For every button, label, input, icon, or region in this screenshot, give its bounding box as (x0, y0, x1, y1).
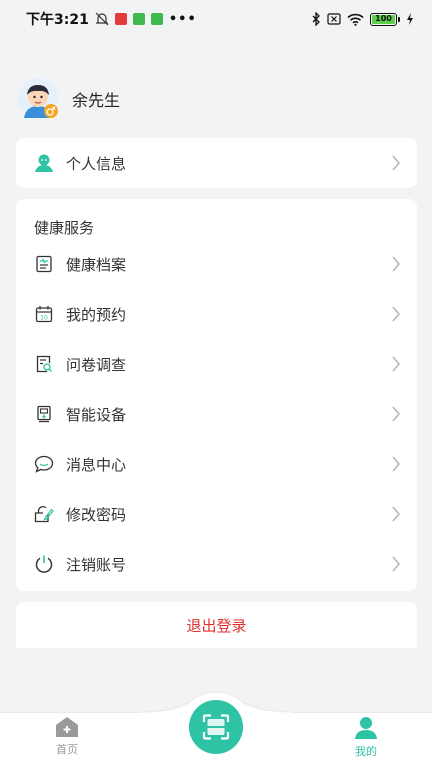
scan-icon (202, 714, 230, 740)
chevron-right-icon (392, 456, 400, 472)
home-icon (56, 717, 78, 737)
menu-item-label: 修改密码 (66, 505, 127, 524)
menu-item-label: 问卷调查 (66, 355, 127, 374)
menu-item-appointment[interactable]: 10 我的预约 (16, 289, 417, 339)
profile-header[interactable]: 余先生 (18, 78, 120, 120)
chevron-right-icon (392, 506, 400, 522)
chevron-right-icon (392, 256, 400, 272)
message-icon (34, 454, 54, 474)
menu-item-smart-device[interactable]: 智能设备 (16, 389, 417, 439)
person-icon (34, 153, 54, 173)
wifi-icon (347, 13, 364, 26)
chevron-right-icon (392, 306, 400, 322)
mute-bell-icon (95, 12, 109, 26)
menu-item-health-record[interactable]: 健康档案 (16, 239, 417, 289)
nav-mine[interactable]: 我的 (336, 716, 396, 759)
menu-item-label: 消息中心 (66, 455, 127, 474)
charging-icon (407, 13, 413, 25)
svg-text:10: 10 (40, 315, 48, 322)
battery-icon: 100 (370, 12, 400, 26)
profile-name: 余先生 (72, 91, 121, 110)
calendar-icon: 10 (34, 304, 54, 324)
chevron-right-icon (392, 155, 400, 171)
questionnaire-icon (34, 354, 54, 374)
app-notification-icon (114, 13, 127, 25)
battery-level: 100 (372, 14, 395, 24)
menu-item-questionnaire[interactable]: 问卷调查 (16, 339, 417, 389)
avatar[interactable] (18, 78, 60, 120)
more-notifications-icon: ••• (168, 11, 197, 27)
person-icon (355, 717, 377, 739)
app-notification-icon (132, 13, 145, 25)
status-bar: 下午3:21 ••• 100 (0, 0, 432, 38)
menu-item-label: 我的预约 (66, 305, 127, 324)
nav-home-label: 首页 (56, 743, 78, 756)
nav-home[interactable]: 首页 (37, 716, 97, 757)
power-icon (34, 554, 54, 574)
menu-item-message-center[interactable]: 消息中心 (16, 439, 417, 489)
scan-button[interactable] (189, 700, 243, 754)
personal-info-card: 个人信息 (16, 138, 417, 188)
personal-info-row[interactable]: 个人信息 (16, 138, 417, 188)
chevron-right-icon (392, 406, 400, 422)
menu-item-label: 注销账号 (66, 555, 127, 574)
logout-label: 退出登录 (186, 616, 247, 635)
section-title: 健康服务 (34, 219, 95, 237)
device-icon (34, 404, 54, 424)
menu-item-deactivate-account[interactable]: 注销账号 (16, 539, 417, 589)
app-notification-icon (150, 13, 163, 25)
logout-button[interactable]: 退出登录 (16, 602, 417, 648)
menu-item-change-password[interactable]: 修改密码 (16, 489, 417, 539)
no-sim-icon (327, 13, 341, 25)
health-record-icon (34, 254, 54, 274)
health-services-card: 健康服务 健康档案 10 我的预约 问卷调查 智能设备 消息中心 修改密码 注销… (16, 199, 417, 591)
bluetooth-icon (312, 12, 320, 26)
menu-item-label: 智能设备 (66, 405, 127, 424)
chevron-right-icon (392, 556, 400, 572)
personal-info-label: 个人信息 (66, 154, 127, 173)
status-time: 下午3:21 (26, 12, 89, 28)
menu-item-label: 健康档案 (66, 255, 127, 274)
nav-mine-label: 我的 (355, 745, 377, 758)
chevron-right-icon (392, 356, 400, 372)
lock-edit-icon (34, 504, 54, 524)
